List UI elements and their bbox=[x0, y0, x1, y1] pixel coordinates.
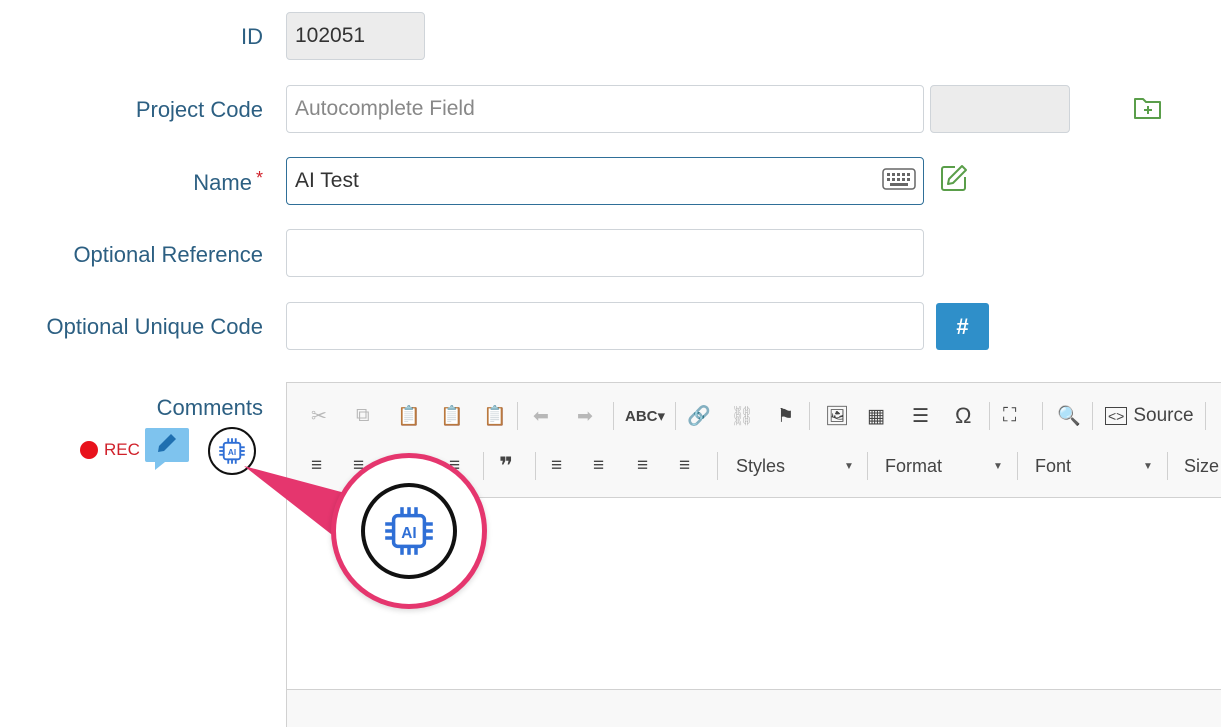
id-value: 102051 bbox=[295, 24, 366, 47]
toolbar-separator bbox=[1017, 452, 1018, 480]
ai-assistant-button[interactable]: AI bbox=[208, 427, 256, 475]
spellcheck-icon[interactable]: ABC▾ bbox=[625, 402, 665, 430]
toolbar-separator bbox=[1167, 452, 1168, 480]
chevron-down-icon: ▼ bbox=[1143, 460, 1153, 472]
generate-code-button[interactable]: # bbox=[936, 303, 989, 350]
project-code-label: Project Code bbox=[135, 97, 263, 122]
toolbar-separator bbox=[989, 402, 990, 430]
project-code-placeholder: Autocomplete Field bbox=[295, 97, 475, 120]
chevron-down-icon: ▼ bbox=[844, 460, 854, 472]
ai-chip-icon: AI bbox=[219, 438, 245, 464]
toolbar-separator bbox=[1205, 402, 1206, 430]
editor-status-bar bbox=[287, 689, 1221, 727]
size-dropdown[interactable]: Size bbox=[1184, 454, 1221, 478]
table-icon[interactable]: ▦ bbox=[867, 402, 885, 430]
image-icon[interactable]: 🖼 bbox=[825, 402, 849, 430]
format-dropdown[interactable]: Format ▼ bbox=[885, 454, 1005, 478]
font-dropdown[interactable]: Font ▼ bbox=[1035, 454, 1155, 478]
id-field: 102051 bbox=[286, 12, 425, 60]
align-center-icon[interactable]: ≡ bbox=[593, 452, 604, 480]
align-left-icon[interactable]: ≡ bbox=[551, 452, 562, 480]
source-button[interactable]: <> Source bbox=[1105, 402, 1194, 430]
source-label: Source bbox=[1133, 405, 1194, 426]
keyboard-icon[interactable] bbox=[882, 168, 916, 190]
toolbar-separator bbox=[483, 452, 484, 480]
record-button[interactable]: REC bbox=[80, 440, 140, 460]
align-justify-icon[interactable]: ≡ bbox=[679, 452, 690, 480]
maximize-icon[interactable]: ⛶ bbox=[1003, 402, 1016, 430]
chat-pencil-icon[interactable] bbox=[143, 424, 191, 472]
name-input[interactable]: AI Test bbox=[286, 157, 924, 205]
comments-label: Comments bbox=[156, 395, 263, 420]
toolbar-separator bbox=[517, 402, 518, 430]
font-label: Font bbox=[1035, 455, 1072, 476]
toolbar-separator bbox=[867, 452, 868, 480]
name-value: AI Test bbox=[295, 169, 359, 192]
styles-dropdown[interactable]: Styles ▼ bbox=[736, 454, 856, 478]
link-icon[interactable]: 🔗 bbox=[687, 402, 711, 430]
toolbar-separator bbox=[809, 402, 810, 430]
copy-icon[interactable]: ⧉ bbox=[356, 402, 370, 430]
toolbar-separator bbox=[1042, 402, 1043, 430]
project-code-input[interactable]: Autocomplete Field bbox=[286, 85, 924, 133]
size-label: Size bbox=[1184, 455, 1220, 476]
format-label: Format bbox=[885, 455, 943, 476]
styles-label: Styles bbox=[736, 455, 786, 476]
optional-unique-code-label: Optional Unique Code bbox=[46, 314, 263, 339]
record-dot-icon bbox=[80, 441, 98, 459]
blockquote-icon[interactable]: ❞ bbox=[499, 452, 513, 480]
name-label-text: Name bbox=[193, 170, 252, 195]
toolbar-separator bbox=[535, 452, 536, 480]
source-icon: <> bbox=[1105, 407, 1128, 425]
redo-icon[interactable]: ➡ bbox=[577, 402, 593, 430]
special-char-icon[interactable]: Ω bbox=[955, 402, 971, 430]
toolbar-separator bbox=[675, 402, 676, 430]
optional-reference-input[interactable] bbox=[286, 229, 924, 277]
name-label: Name * bbox=[193, 168, 263, 196]
record-label: REC bbox=[104, 440, 140, 459]
ai-chip-icon: AI bbox=[385, 507, 433, 555]
align-right-icon[interactable]: ≡ bbox=[637, 452, 648, 480]
anchor-flag-icon[interactable]: ⚑ bbox=[777, 402, 794, 430]
cut-icon[interactable]: ✂ bbox=[311, 402, 327, 430]
unlink-icon[interactable]: ⛓ bbox=[730, 402, 754, 430]
required-marker: * bbox=[255, 168, 263, 188]
optional-reference-label: Optional Reference bbox=[73, 242, 263, 267]
numbered-list-icon[interactable]: ≡ bbox=[311, 452, 322, 480]
id-label: ID bbox=[241, 24, 263, 49]
undo-icon[interactable]: ⬅ bbox=[533, 402, 549, 430]
paste-icon[interactable]: 📋 bbox=[397, 402, 421, 430]
svg-text:AI: AI bbox=[401, 525, 416, 542]
toolbar-separator bbox=[613, 402, 614, 430]
toolbar-separator bbox=[1092, 402, 1093, 430]
chevron-down-icon: ▼ bbox=[993, 460, 1003, 472]
paste-word-icon[interactable]: 📋 bbox=[483, 402, 507, 430]
horizontal-line-icon[interactable]: ☰ bbox=[912, 402, 929, 430]
edit-icon[interactable] bbox=[938, 162, 970, 194]
ai-callout-ring: AI bbox=[361, 483, 457, 579]
folder-plus-icon[interactable] bbox=[1132, 94, 1164, 122]
ai-callout-magnifier: AI bbox=[331, 453, 487, 609]
paste-text-icon[interactable]: 📋 bbox=[440, 402, 464, 430]
project-code-secondary-field bbox=[930, 85, 1070, 133]
optional-unique-code-input[interactable] bbox=[286, 302, 924, 350]
toolbar-separator bbox=[717, 452, 718, 480]
svg-text:AI: AI bbox=[228, 448, 236, 457]
preview-icon[interactable]: 🔍 bbox=[1057, 402, 1081, 430]
